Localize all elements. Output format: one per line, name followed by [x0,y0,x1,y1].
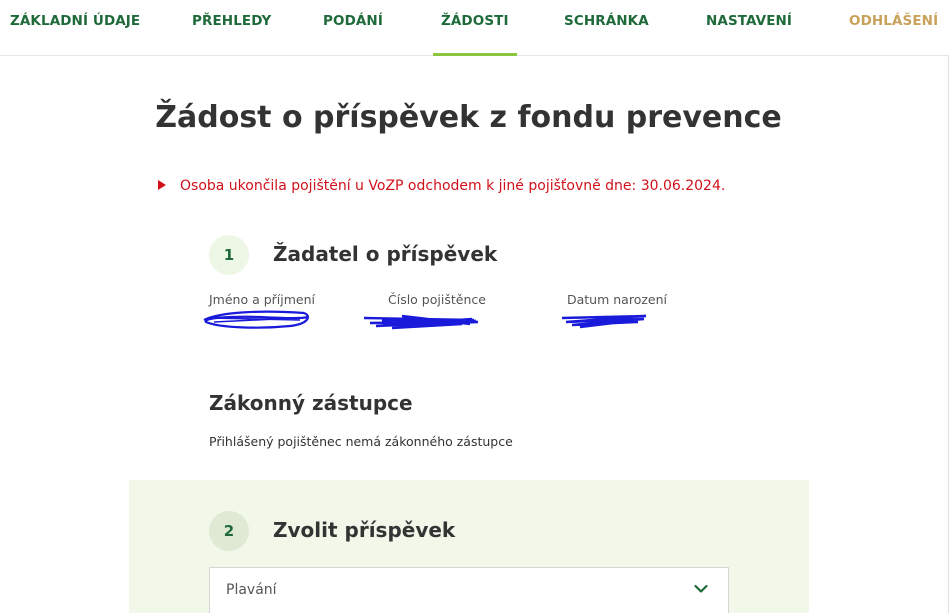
nav-item-podani[interactable]: PODÁNÍ [323,0,383,56]
step-number-2: 2 [209,511,249,551]
legal-representative-title: Zákonný zástupce [209,391,413,415]
nav-item-zakladni-udaje[interactable]: ZÁKLADNÍ ÚDAJE [10,0,140,56]
top-navigation: ZÁKLADNÍ ÚDAJE PŘEHLEDY PODÁNÍ ŽÁDOSTI S… [0,0,949,56]
nav-item-prehledy[interactable]: PŘEHLEDY [192,0,271,56]
step-number-1: 1 [209,235,249,275]
redacted-insurance-number-value [363,314,479,330]
field-label-insurance-number: Číslo pojištěnce [388,292,486,307]
field-label-birth-date: Datum narození [567,292,667,307]
contribution-select[interactable]: Plavání [209,567,729,613]
applicant-section-title: Žadatel o příspěvek [273,242,498,266]
redacted-birth-date-value [561,314,647,329]
contribution-section-title: Zvolit příspěvek [273,518,456,542]
field-label-name: Jméno a příjmení [209,292,316,307]
nav-item-nastaveni[interactable]: NASTAVENÍ [706,0,792,56]
nav-item-zadosti[interactable]: ŽÁDOSTI [433,0,517,56]
legal-representative-text: Přihlášený pojištěnec nemá zákonného zás… [209,434,513,449]
redacted-name-value [203,310,309,329]
chevron-down-icon [694,584,708,593]
nav-item-schranka[interactable]: SCHRÁNKA [564,0,649,56]
triangle-right-icon [158,180,166,190]
alert-message: Osoba ukončila pojištění u VoZP odchodem… [158,178,725,194]
contribution-select-value: Plavání [226,582,277,598]
logout-link[interactable]: ODHLÁŠENÍ [849,0,938,56]
page-title: Žádost o příspěvek z fondu prevence [155,100,782,135]
alert-text: Osoba ukončila pojištění u VoZP odchodem… [180,178,726,194]
